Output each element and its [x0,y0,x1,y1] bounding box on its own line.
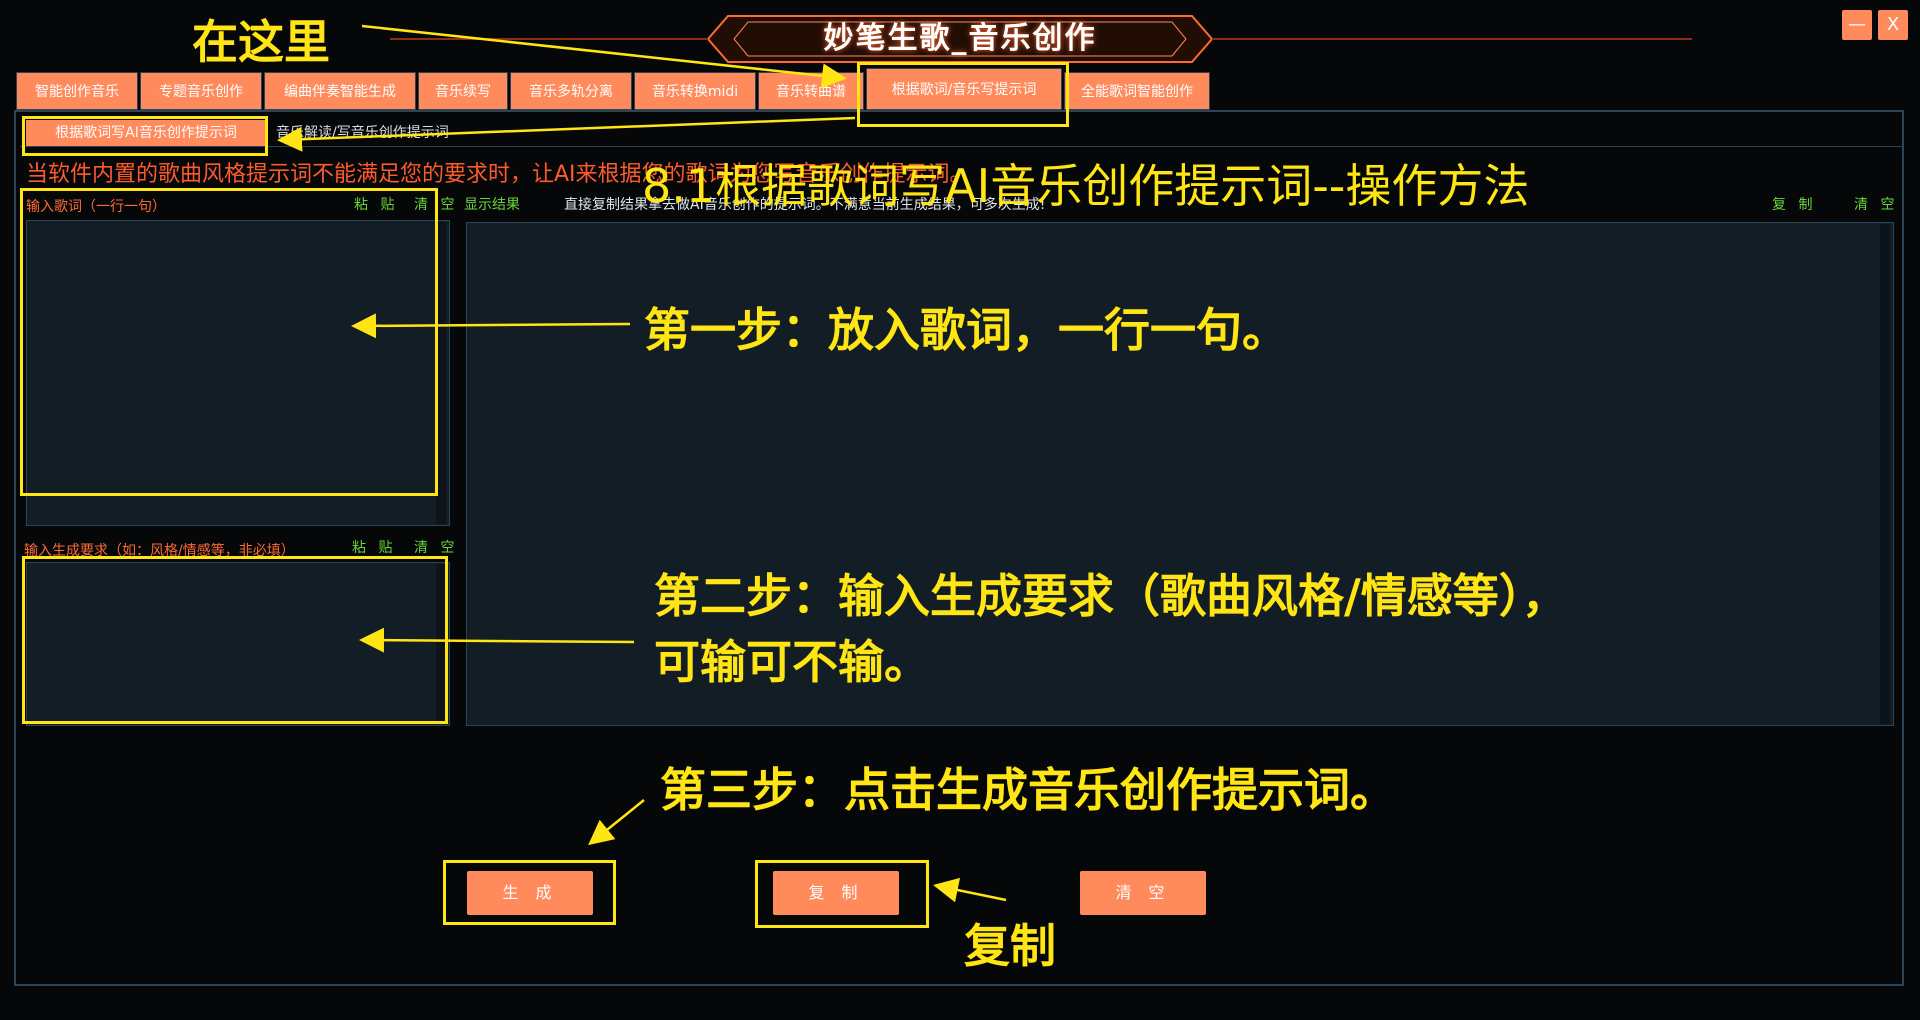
tab-score[interactable]: 音乐转曲谱 [758,72,864,110]
tab-lyric-create[interactable]: 全能歌词智能创作 [1064,72,1210,110]
annotation-heading: 8.1根据歌词写AI音乐创作提示词--操作方法 [642,159,1530,213]
tab-topic-create[interactable]: 专题音乐创作 [140,72,262,110]
annotation-copy: 复制 [964,919,1056,973]
subtab-music-analysis[interactable]: 音乐解读/写音乐创作提示词 [276,120,449,146]
close-button[interactable]: X [1878,10,1908,40]
tab-separation[interactable]: 音乐多轨分离 [510,72,632,110]
annotation-here: 在这里 [192,15,330,69]
highlight-subtab [22,116,268,156]
result-scrollbar[interactable] [1880,224,1890,724]
highlight-copy [755,860,929,928]
app-title: 妙笔生歌_音乐创作 [823,21,1097,56]
tab-smart-create[interactable]: 智能创作音乐 [16,72,138,110]
minimize-button[interactable]: — [1842,10,1872,40]
clear-button[interactable]: 清 空 [1080,871,1206,915]
annotation-step2-line2: 可输可不输。 [654,635,930,689]
annotation-step3: 第三步：点击生成音乐创作提示词。 [660,763,1396,817]
annotation-step1: 第一步：放入歌词，一行一句。 [644,303,1288,357]
tab-continue[interactable]: 音乐续写 [418,72,508,110]
requirement-paste-button[interactable]: 粘 贴 [352,537,396,557]
result-label: 显示结果 [464,197,520,213]
highlight-lyrics [20,188,438,496]
highlight-requirement [22,556,448,724]
title-line-left [390,38,708,40]
title-line-right [1212,38,1692,40]
annotation-step2-line1: 第二步：输入生成要求（歌曲风格/情感等）， [654,569,1568,623]
tab-arrangement[interactable]: 编曲伴奏智能生成 [264,72,416,110]
highlight-tab [857,62,1069,127]
tab-midi[interactable]: 音乐转换midi [634,72,756,110]
subtab-divider [20,146,1902,147]
highlight-generate [443,860,616,925]
result-copy-button[interactable]: 复 制 [1772,194,1816,214]
result-clear-button[interactable]: 清 空 [1854,194,1898,214]
requirement-clear-button[interactable]: 清 空 [414,537,458,557]
